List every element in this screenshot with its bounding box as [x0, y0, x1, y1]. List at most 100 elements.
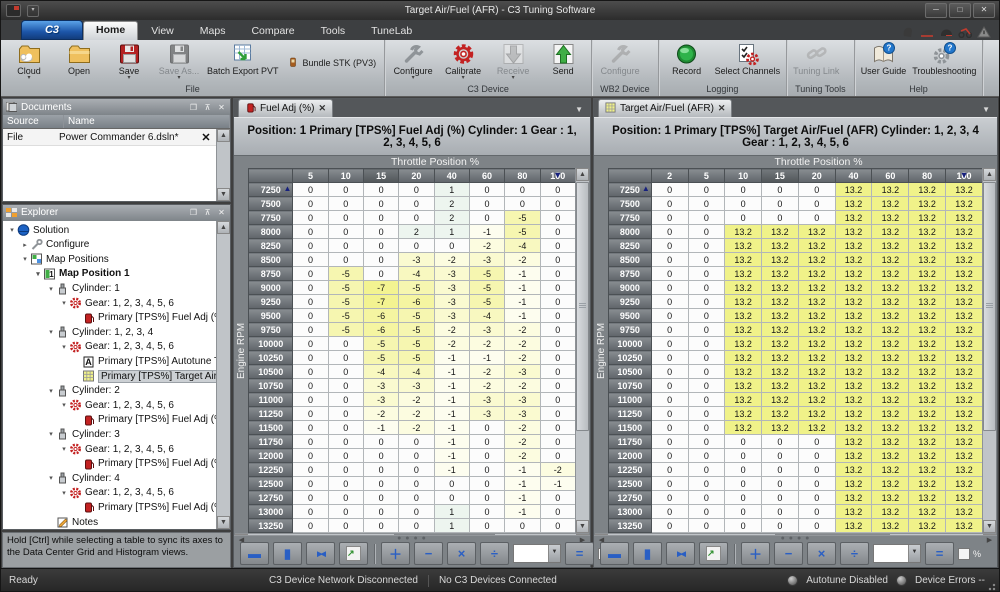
table-cell[interactable]: 0 [328, 393, 363, 407]
table-cell[interactable]: 13.2 [798, 393, 835, 407]
row-header-13250[interactable]: 13250 [249, 519, 293, 533]
ribbon-tab-maps[interactable]: Maps [187, 22, 239, 40]
table-cell[interactable]: 0 [505, 183, 540, 197]
table-cell[interactable]: 0 [293, 295, 328, 309]
table-cell[interactable]: 0 [651, 323, 688, 337]
table-cell[interactable]: 0 [688, 295, 725, 309]
table-cell[interactable]: 0 [688, 491, 725, 505]
table-cell[interactable]: 1 [434, 505, 469, 519]
table-cell[interactable]: -5 [328, 309, 363, 323]
table-cell[interactable]: -5 [469, 295, 504, 309]
table-cell[interactable]: 0 [798, 211, 835, 225]
table-cell[interactable]: 0 [293, 197, 328, 211]
table-cell[interactable]: 13.2 [725, 323, 762, 337]
scroll-down-icon[interactable]: ▼ [576, 520, 589, 533]
table-cell[interactable]: 13.2 [835, 211, 872, 225]
subtract-button[interactable]: − [414, 542, 443, 565]
table-cell[interactable]: 13.2 [872, 449, 909, 463]
table-cell[interactable]: 0 [688, 337, 725, 351]
table-vscrollbar[interactable]: ▲▼ [575, 168, 589, 533]
table-cell[interactable]: -6 [399, 295, 434, 309]
expander-open-icon[interactable]: ▾ [46, 474, 56, 482]
table-cell[interactable]: 0 [293, 407, 328, 421]
column-header-60[interactable]: 60 [469, 169, 504, 183]
table-cell[interactable]: -2 [469, 239, 504, 253]
table-cell[interactable]: 0 [293, 253, 328, 267]
table-cell[interactable]: 13.2 [872, 393, 909, 407]
table-cell[interactable]: 13.2 [946, 309, 983, 323]
scroll-down-icon[interactable]: ▼ [983, 520, 996, 533]
tree-item[interactable]: ▾Gear: 1, 2, 3, 4, 5, 6 [3, 340, 217, 355]
ribbon-tab-tools[interactable]: Tools [308, 22, 359, 40]
value-combobox[interactable]: ▼ [513, 544, 561, 563]
table-cell[interactable]: -5 [328, 323, 363, 337]
table-cell[interactable]: 0 [328, 225, 363, 239]
toolbar-grip[interactable]: ● ● ● ● [781, 537, 811, 541]
table-cell[interactable]: 13.2 [946, 421, 983, 435]
table-cell[interactable]: 0 [293, 211, 328, 225]
set-all-button[interactable]: ▶◀ [306, 542, 335, 565]
table-cell[interactable]: 0 [293, 463, 328, 477]
row-header-12000[interactable]: 12000 [609, 449, 652, 463]
table-cell[interactable]: 0 [540, 421, 575, 435]
add-button[interactable]: ＋ [381, 542, 410, 565]
table-cell[interactable]: 13.2 [909, 407, 946, 421]
table-cell[interactable]: 0 [363, 267, 398, 281]
table-cell[interactable]: 13.2 [872, 253, 909, 267]
document-close-icon[interactable]: ✕ [195, 131, 217, 144]
table-cell[interactable]: 0 [762, 197, 799, 211]
table-cell[interactable]: 13.2 [946, 225, 983, 239]
tree-item[interactable]: APrimary [TPS%] Autotune Trim (%) [3, 354, 217, 369]
tab-list-dropdown-icon[interactable]: ▼ [979, 105, 993, 117]
table-cell[interactable]: 0 [798, 463, 835, 477]
table-cell[interactable]: 13.2 [872, 337, 909, 351]
table-cell[interactable]: 0 [688, 435, 725, 449]
set-column-button[interactable]: ▮ [633, 542, 662, 565]
table-cell[interactable]: 0 [540, 183, 575, 197]
table-cell[interactable]: 0 [651, 519, 688, 533]
table-cell[interactable]: 13.2 [762, 253, 799, 267]
table-cell[interactable]: 13.2 [835, 463, 872, 477]
table-cell[interactable]: 0 [434, 239, 469, 253]
table-cell[interactable]: 0 [540, 281, 575, 295]
table-cell[interactable]: 0 [688, 393, 725, 407]
table-cell[interactable]: 0 [688, 477, 725, 491]
row-header-8250[interactable]: 8250 [249, 239, 293, 253]
table-cell[interactable]: 13.2 [835, 407, 872, 421]
table-cell[interactable]: 0 [469, 477, 504, 491]
row-header-10000[interactable]: 10000 [249, 337, 293, 351]
table-cell[interactable]: -2 [399, 407, 434, 421]
table-cell[interactable]: 0 [399, 197, 434, 211]
documents-pin-icon[interactable]: ⊼ [202, 103, 213, 112]
table-cell[interactable]: 0 [540, 365, 575, 379]
table-cell[interactable]: -2 [434, 323, 469, 337]
table-cell[interactable]: 13.2 [946, 183, 983, 197]
table-cell[interactable]: 0 [651, 351, 688, 365]
row-header-12000[interactable]: 12000 [249, 449, 293, 463]
row-header-9750[interactable]: 9750 [609, 323, 652, 337]
row-header-9500[interactable]: 9500 [249, 309, 293, 323]
table-cell[interactable]: -1 [505, 309, 540, 323]
row-header-8000[interactable]: 8000 [249, 225, 293, 239]
table-cell[interactable]: 13.2 [872, 183, 909, 197]
table-cell[interactable]: -1 [434, 449, 469, 463]
hazard-icon[interactable] [977, 26, 991, 38]
table-cell[interactable]: 0 [725, 491, 762, 505]
table-cell[interactable]: 13.2 [835, 393, 872, 407]
row-header-8500[interactable]: 8500 [249, 253, 293, 267]
table-cell[interactable]: 13.2 [872, 295, 909, 309]
table-cell[interactable]: 0 [725, 435, 762, 449]
table-cell[interactable]: 0 [688, 407, 725, 421]
table-cell[interactable]: 0 [651, 197, 688, 211]
table-cell[interactable]: 13.2 [909, 295, 946, 309]
column-header-80[interactable]: 80 [909, 169, 946, 183]
table-cell[interactable]: 0 [469, 183, 504, 197]
troubleshooting-button[interactable]: ?Troubleshooting [909, 41, 979, 84]
tree-item[interactable]: Primary [TPS%] Fuel Adj (%) [3, 413, 217, 428]
table-cell[interactable]: 0 [328, 421, 363, 435]
table-cell[interactable]: 0 [651, 505, 688, 519]
table-cell[interactable]: -4 [469, 309, 504, 323]
table-cell[interactable]: 0 [798, 477, 835, 491]
table-cell[interactable]: -3 [505, 407, 540, 421]
cloud-button[interactable]: Cloud▾ [4, 41, 54, 84]
